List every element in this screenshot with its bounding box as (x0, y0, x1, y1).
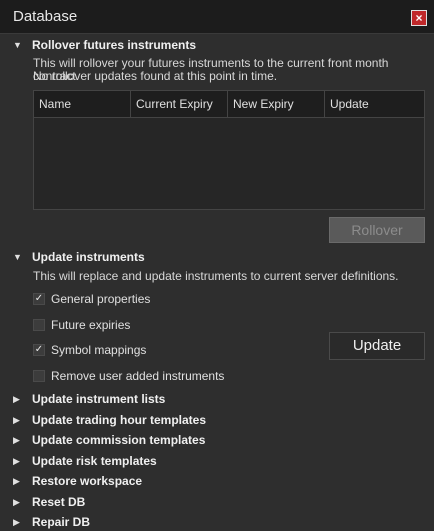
rollover-description-line2: No rollover updates found at this point … (33, 69, 278, 83)
rollover-button[interactable]: Rollover (329, 217, 425, 243)
collapsed-triangle-icon: ▶ (13, 516, 20, 527)
section-update-risk-templates[interactable]: ▶ Update risk templates (13, 452, 157, 470)
checkbox-unchecked-icon[interactable] (33, 370, 45, 382)
section-title: Repair DB (32, 515, 91, 529)
rollover-grid[interactable]: Name Current Expiry New Expiry Update (33, 90, 425, 210)
column-header-name[interactable]: Name (34, 91, 131, 117)
section-update-commission-templates[interactable]: ▶ Update commission templates (13, 431, 205, 449)
checkbox-checked-icon[interactable]: ✓ (33, 293, 45, 305)
section-title: Update trading hour templates (32, 413, 207, 427)
option-label: General properties (51, 292, 151, 306)
title-bar: Database × (0, 0, 434, 34)
section-title: Update instrument lists (32, 392, 166, 406)
option-future-expiries[interactable]: Future expiries (33, 316, 130, 334)
collapsed-triangle-icon: ▶ (13, 475, 20, 486)
window-title: Database (13, 8, 78, 25)
option-symbol-mappings[interactable]: ✓ Symbol mappings (33, 341, 146, 359)
column-header-current-expiry[interactable]: Current Expiry (131, 91, 228, 117)
section-title: Update instruments (32, 250, 145, 264)
update-description: This will replace and update instruments… (33, 269, 399, 283)
section-title: Rollover futures instruments (32, 38, 197, 52)
section-rollover-header[interactable]: ▼ Rollover futures instruments (13, 36, 196, 54)
option-general-properties[interactable]: ✓ General properties (33, 290, 150, 308)
checkbox-checked-icon[interactable]: ✓ (33, 344, 45, 356)
section-restore-workspace[interactable]: ▶ Restore workspace (13, 472, 142, 490)
section-update-trading-hour-templates[interactable]: ▶ Update trading hour templates (13, 411, 206, 429)
expanded-triangle-icon: ▼ (13, 252, 22, 262)
option-label: Remove user added instruments (51, 369, 225, 383)
section-title: Restore workspace (32, 474, 143, 488)
section-title: Update commission templates (32, 433, 206, 447)
collapsed-triangle-icon: ▶ (13, 434, 20, 445)
collapsed-triangle-icon: ▶ (13, 455, 20, 466)
section-update-instrument-lists[interactable]: ▶ Update instrument lists (13, 390, 165, 408)
option-label: Symbol mappings (51, 343, 147, 357)
column-header-new-expiry[interactable]: New Expiry (228, 91, 325, 117)
update-button[interactable]: Update (329, 332, 425, 360)
expanded-triangle-icon: ▼ (13, 40, 22, 50)
collapsed-triangle-icon: ▶ (13, 496, 20, 507)
section-reset-db[interactable]: ▶ Reset DB (13, 493, 85, 511)
section-update-instruments-header[interactable]: ▼ Update instruments (13, 248, 145, 266)
close-icon[interactable]: × (411, 10, 427, 26)
section-title: Reset DB (32, 495, 86, 509)
option-remove-user-added-instruments[interactable]: Remove user added instruments (33, 367, 224, 385)
checkbox-unchecked-icon[interactable] (33, 319, 45, 331)
grid-header: Name Current Expiry New Expiry Update (34, 91, 424, 118)
section-title: Update risk templates (32, 454, 157, 468)
collapsed-triangle-icon: ▶ (13, 414, 20, 425)
option-label: Future expiries (51, 318, 131, 332)
section-repair-db[interactable]: ▶ Repair DB (13, 513, 90, 531)
column-header-update[interactable]: Update (325, 91, 424, 117)
collapsed-triangle-icon: ▶ (13, 393, 20, 404)
